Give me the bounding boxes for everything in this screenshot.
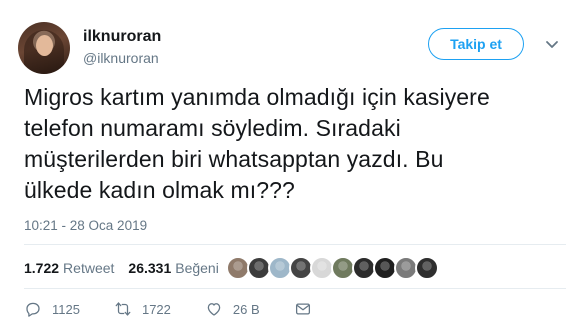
liker-avatars <box>226 256 439 280</box>
chevron-down-icon[interactable] <box>544 36 560 52</box>
tweet-line: müşterilerden biri whatsapptan yazdı. Bu <box>24 146 444 172</box>
retweet-icon <box>115 302 131 316</box>
tweet-timestamp[interactable]: 10:21 - 28 Oca 2019 <box>24 218 147 233</box>
likes-count: 26.331 <box>128 260 172 276</box>
direct-message-action[interactable] <box>294 300 322 318</box>
heart-icon <box>207 303 221 316</box>
retweet-count: 1722 <box>141 301 171 317</box>
like-count: 26 B <box>232 301 260 317</box>
likes-stat[interactable]: 26.331 Beğeni <box>128 260 218 276</box>
profile-avatar[interactable] <box>18 22 70 74</box>
reply-icon <box>26 302 40 317</box>
tweet-text: Migros kartım yanımda olmadığı için kasi… <box>24 82 564 206</box>
tweet-stats: 1.722 Retweet 26.331 Beğeni <box>24 260 233 276</box>
tweet-line: ülkede kadın olmak mı??? <box>24 177 295 203</box>
tweet-actions: 1125 1722 26 B <box>24 300 356 318</box>
display-name[interactable]: ilknuroran <box>83 28 161 46</box>
follow-button[interactable]: Takip et <box>428 28 524 60</box>
tweet-line: telefon numaramı söyledim. Sıradaki <box>24 115 401 141</box>
retweets-label: Retweet <box>63 260 115 276</box>
avatar-face <box>36 35 53 56</box>
like-action[interactable]: 26 B <box>205 300 260 318</box>
retweet-action[interactable]: 1722 <box>114 300 171 318</box>
reply-count: 1125 <box>52 301 80 317</box>
tweet-line: Migros kartım yanımda olmadığı için kasi… <box>24 84 490 110</box>
retweets-stat[interactable]: 1.722 Retweet <box>24 260 114 276</box>
divider <box>24 288 566 289</box>
retweets-count: 1.722 <box>24 260 60 276</box>
divider <box>24 244 566 245</box>
envelope-icon <box>295 303 310 315</box>
likes-label: Beğeni <box>175 260 219 276</box>
liker-avatar[interactable] <box>415 256 439 280</box>
user-handle[interactable]: @ilknuroran <box>83 50 159 66</box>
reply-action[interactable]: 1125 <box>24 300 80 318</box>
